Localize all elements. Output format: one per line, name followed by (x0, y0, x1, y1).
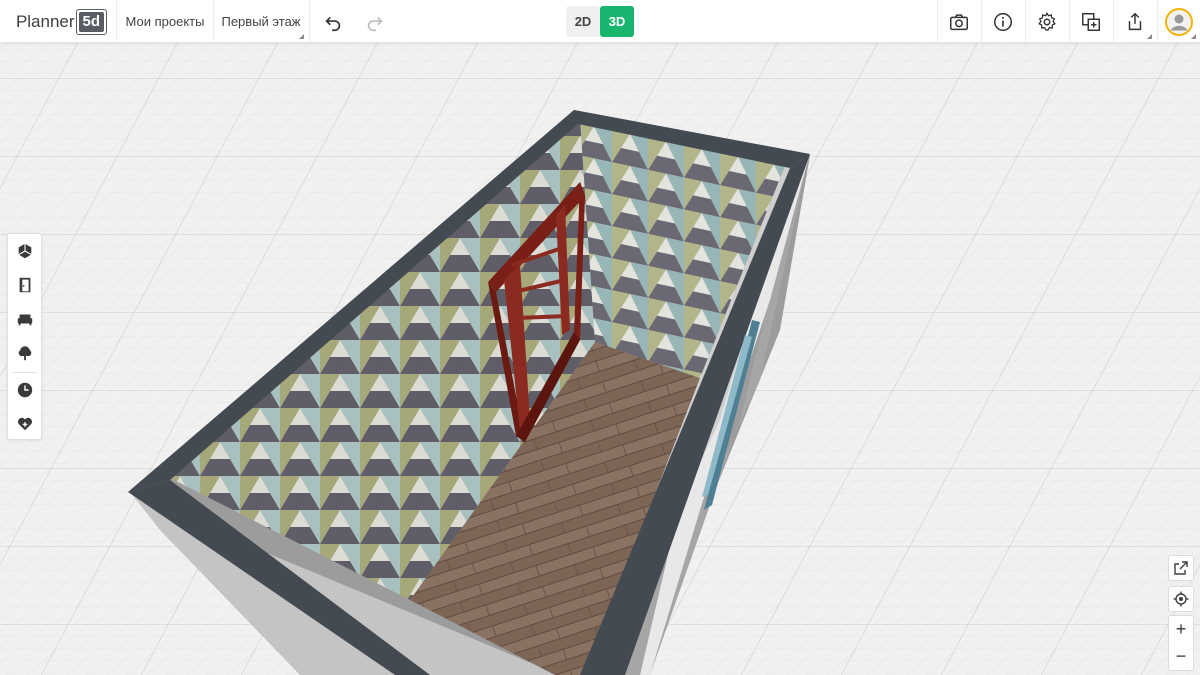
locate-button[interactable] (1168, 586, 1194, 612)
exterior-tool[interactable] (8, 336, 41, 370)
view-mode-toggle: 2D 3D (566, 6, 634, 37)
app-logo[interactable]: Planner 5d (10, 0, 110, 43)
3d-viewport[interactable] (0, 0, 1200, 675)
logo-text: Planner (15, 11, 75, 31)
zoom-out-button[interactable]: − (1169, 643, 1193, 670)
floor-selector[interactable]: Первый этаж (214, 0, 308, 43)
zoom-in-button[interactable]: + (1169, 616, 1193, 643)
zoom-controls: + − (1168, 615, 1194, 671)
floor-label: Первый этаж (221, 14, 301, 29)
my-projects-button[interactable]: Мои проекты (117, 0, 213, 43)
scene-render[interactable] (0, 0, 1200, 675)
info-button[interactable] (982, 0, 1024, 43)
share-icon (1128, 12, 1142, 30)
tree-icon (18, 346, 31, 361)
add-copy-icon (1082, 12, 1100, 31)
undo-button[interactable] (318, 0, 348, 43)
snapshot-button[interactable] (938, 0, 980, 43)
view-3d-button[interactable]: 3D (600, 6, 634, 37)
user-avatar-button[interactable] (1158, 0, 1200, 43)
construction-tool[interactable] (8, 234, 41, 268)
my-projects-label: Мои проекты (125, 14, 205, 29)
left-tool-panel (7, 233, 42, 440)
dropdown-corner-icon (1191, 34, 1196, 39)
logo-badge: 5d (75, 8, 107, 35)
favorites-tool[interactable] (8, 407, 41, 441)
user-avatar-icon (1165, 7, 1193, 36)
history-tool[interactable] (8, 373, 41, 407)
dropdown-corner-icon (1147, 34, 1152, 39)
view-2d-button[interactable]: 2D (566, 6, 600, 37)
heart-plus-icon (17, 417, 32, 431)
box-3d-icon (17, 243, 32, 259)
settings-button[interactable] (1026, 0, 1068, 43)
divider (309, 0, 310, 43)
undo-icon (325, 16, 341, 31)
camera-icon (950, 13, 968, 30)
open-external-button[interactable] (1168, 555, 1194, 581)
locate-icon (1173, 591, 1189, 607)
door-icon (19, 277, 30, 293)
top-toolbar: Planner 5d Мои проекты Первый этаж 2D 3D (0, 0, 1200, 43)
add-copy-button[interactable] (1070, 0, 1112, 43)
furniture-tool[interactable] (8, 302, 41, 336)
dropdown-corner-icon (299, 34, 304, 39)
doors-windows-tool[interactable] (8, 268, 41, 302)
share-button[interactable] (1114, 0, 1156, 43)
redo-icon (367, 16, 383, 31)
settings-icon (1038, 11, 1056, 31)
external-link-icon (1174, 561, 1188, 575)
info-icon (994, 12, 1012, 31)
clock-icon (17, 382, 32, 398)
sofa-icon (17, 314, 32, 326)
redo-button[interactable] (360, 0, 390, 43)
